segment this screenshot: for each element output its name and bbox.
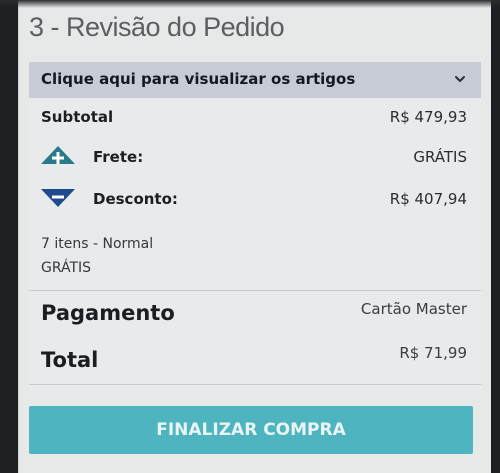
- chevron-down-icon: [455, 76, 465, 82]
- subtotal-value: R$ 479,93: [389, 108, 467, 126]
- total-label: Total: [41, 348, 99, 372]
- minus-triangle-icon[interactable]: [39, 187, 77, 209]
- payment-label: Pagamento: [41, 301, 175, 325]
- divider: [29, 384, 481, 385]
- payment-method: Cartão Master: [360, 300, 467, 318]
- section-title: 3 - Revisão do Pedido: [29, 12, 285, 42]
- plus-triangle-icon[interactable]: [39, 144, 77, 166]
- shipping-method: 7 itens - Normal: [41, 236, 154, 252]
- top-edge-shadow: [0, 0, 500, 8]
- view-items-label: Clique aqui para visualizar os artigos: [41, 70, 356, 88]
- shipping-label: Frete:: [93, 148, 144, 166]
- view-items-toggle[interactable]: Clique aqui para visualizar os artigos: [29, 62, 481, 98]
- shipping-method-cost: GRÁTIS: [41, 260, 92, 276]
- order-review-card: Clique aqui para visualizar os artigos S…: [29, 62, 481, 392]
- subtotal-label: Subtotal: [41, 108, 114, 126]
- total-value: R$ 71,99: [399, 344, 467, 362]
- discount-value: R$ 407,94: [389, 190, 467, 208]
- checkout-button[interactable]: FINALIZAR COMPRA: [29, 406, 473, 454]
- checkout-screen: 3 - Revisão do Pedido Clique aqui para v…: [18, 0, 491, 473]
- discount-label: Desconto:: [93, 190, 178, 208]
- divider: [29, 290, 481, 291]
- shipping-value: GRÁTIS: [413, 148, 467, 166]
